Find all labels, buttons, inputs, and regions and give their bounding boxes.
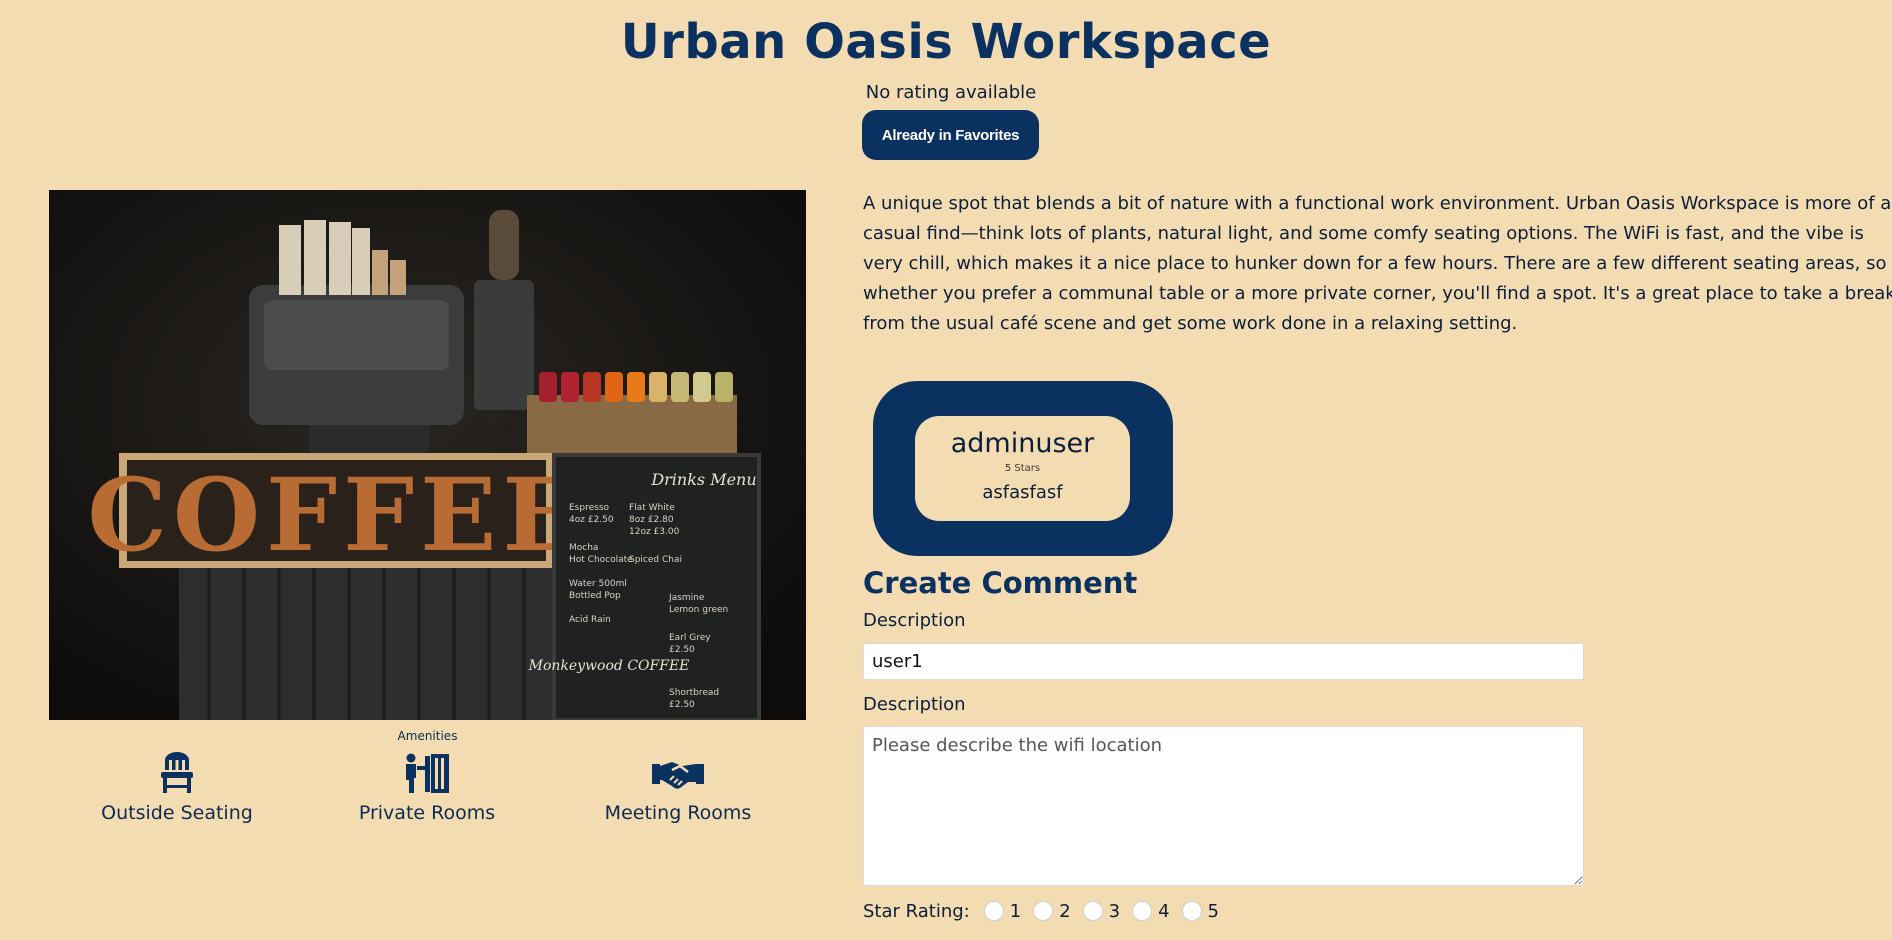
name-field-label: Description: [863, 610, 966, 631]
star-radio-3[interactable]: [1082, 901, 1103, 921]
svg-text:8oz £2.80: 8oz £2.80: [629, 515, 674, 525]
amenity-outside-seating: Outside Seating: [77, 752, 277, 824]
amenity-label: Private Rooms: [358, 802, 496, 824]
svg-text:Bottled Pop: Bottled Pop: [569, 591, 621, 601]
coffee-bar-image: COFFEE Drinks Menu Espresso 4oz £2.50 Fl…: [49, 190, 806, 720]
svg-text:4oz £2.50: 4oz £2.50: [569, 515, 614, 525]
amenities-heading: Amenities: [397, 729, 458, 743]
review-text: asfasfasf: [982, 482, 1063, 503]
svg-text:Lemon green: Lemon green: [669, 605, 728, 615]
description-field-label: Description: [863, 694, 966, 715]
svg-text:Acid Rain: Acid Rain: [569, 615, 611, 625]
star-option-5: 5: [1207, 900, 1219, 922]
svg-text:12oz £3.00: 12oz £3.00: [629, 527, 680, 537]
star-radio-4[interactable]: [1132, 901, 1153, 921]
star-rating-group: Star Rating: 1 2 3 4 5: [863, 898, 1225, 924]
amenity-label: Outside Seating: [101, 802, 253, 824]
review-card: adminuser 5 Stars asfasfasf: [873, 381, 1173, 556]
menu-brand: Monkeywood COFFEE: [528, 658, 690, 674]
amenity-label: Meeting Rooms: [604, 802, 752, 824]
star-radio-5[interactable]: [1181, 901, 1202, 921]
menu-title: Drinks Menu: [650, 470, 756, 489]
private-room-icon: [327, 752, 527, 794]
svg-text:Spiced Chai: Spiced Chai: [629, 555, 682, 565]
svg-text:£2.50: £2.50: [669, 645, 695, 655]
svg-text:Jasmine: Jasmine: [668, 593, 705, 603]
svg-text:Shortbread: Shortbread: [669, 688, 719, 698]
svg-text:£2.50: £2.50: [669, 700, 695, 710]
page-title: Urban Oasis Workspace: [620, 14, 1272, 70]
review-content: adminuser 5 Stars asfasfasf: [915, 416, 1130, 521]
star-option-1: 1: [1009, 900, 1022, 922]
svg-text:Flat White: Flat White: [629, 503, 675, 513]
svg-text:Mocha: Mocha: [569, 543, 598, 553]
rating-status: No rating available: [865, 82, 1037, 103]
description-textarea[interactable]: [863, 726, 1584, 886]
star-radio-2[interactable]: [1033, 901, 1054, 921]
svg-text:Espresso: Espresso: [569, 503, 610, 513]
create-comment-heading: Create Comment: [863, 566, 1138, 600]
star-option-2: 2: [1059, 900, 1071, 922]
name-input[interactable]: [863, 643, 1584, 680]
star-rating-label: Star Rating:: [863, 900, 970, 922]
workspace-photo: COFFEE Drinks Menu Espresso 4oz £2.50 Fl…: [49, 190, 806, 720]
star-radio-1[interactable]: [983, 901, 1004, 921]
review-stars: 5 Stars: [1004, 463, 1041, 474]
star-option-3: 3: [1108, 900, 1121, 922]
favorite-button[interactable]: Already in Favorites: [862, 110, 1039, 160]
chair-icon: [77, 752, 277, 794]
svg-text:Water 500ml: Water 500ml: [569, 579, 627, 589]
handshake-icon: [578, 752, 778, 794]
amenity-meeting-rooms: Meeting Rooms: [578, 752, 778, 824]
svg-text:Hot Chocolate: Hot Chocolate: [569, 555, 633, 565]
amenity-private-rooms: Private Rooms: [327, 752, 527, 824]
review-username: adminuser: [950, 428, 1095, 459]
workspace-description: A unique spot that blends a bit of natur…: [863, 193, 1892, 334]
svg-text:Earl Grey: Earl Grey: [669, 633, 711, 643]
coffee-sign-text: COFFEE: [87, 456, 584, 574]
star-option-4: 4: [1158, 900, 1170, 922]
